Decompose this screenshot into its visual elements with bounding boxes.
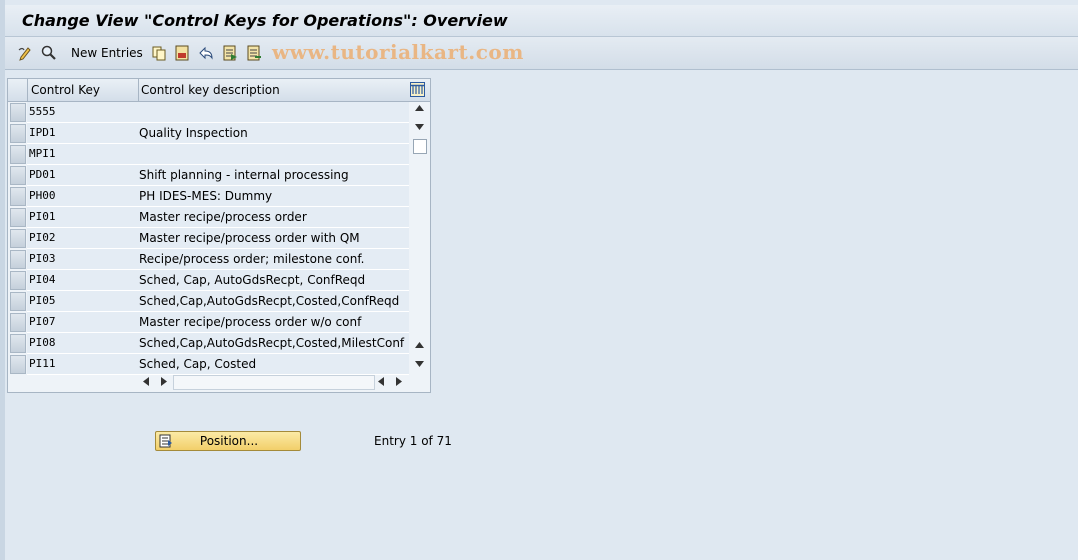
table-settings-icon[interactable] <box>410 82 425 97</box>
description-cell[interactable]: PH IDES-MES: Dummy <box>138 186 409 207</box>
table-row[interactable]: PD01 Shift planning - internal processing <box>8 165 410 186</box>
description-cell[interactable]: Master recipe/process order with QM <box>138 228 409 249</box>
select-all-icon[interactable] <box>222 45 238 61</box>
row-selector[interactable] <box>10 229 26 248</box>
control-key-cell[interactable]: PI07 <box>27 312 141 333</box>
control-key-cell[interactable]: PH00 <box>27 186 141 207</box>
description-cell[interactable]: Quality Inspection <box>138 123 409 144</box>
vertical-scrollbar[interactable] <box>412 102 427 372</box>
description-cell[interactable]: Sched, Cap, AutoGdsRecpt, ConfReqd <box>138 270 409 291</box>
column-header-description[interactable]: Control key description <box>141 83 280 97</box>
row-selector[interactable] <box>10 187 26 206</box>
scroll-thumb[interactable] <box>413 139 427 154</box>
description-cell[interactable]: Sched,Cap,AutoGdsRecpt,Costed,MilestConf <box>138 333 409 354</box>
table-header: Control Key Control key description <box>8 79 430 102</box>
row-selector[interactable] <box>10 271 26 290</box>
table-row[interactable]: PI03 Recipe/process order; milestone conf… <box>8 249 410 270</box>
page-title: Change View "Control Keys for Operations… <box>22 11 508 30</box>
description-cell[interactable]: Sched,Cap,AutoGdsRecpt,Costed,ConfReqd <box>138 291 409 312</box>
control-key-cell[interactable]: PI02 <box>27 228 141 249</box>
description-cell[interactable] <box>138 102 409 123</box>
description-cell[interactable]: Shift planning - internal processing <box>138 165 409 186</box>
scroll-up-icon[interactable] <box>415 105 424 111</box>
scroll-right-icon[interactable] <box>396 377 402 386</box>
table-row[interactable]: PI01 Master recipe/process order <box>8 207 410 228</box>
page-down-icon[interactable] <box>415 124 424 130</box>
row-selector[interactable] <box>10 313 26 332</box>
delete-icon[interactable] <box>174 45 190 61</box>
description-cell[interactable]: Master recipe/process order <box>138 207 409 228</box>
entry-counter: Entry 1 of 71 <box>374 434 452 448</box>
table-row[interactable]: PI02 Master recipe/process order with QM <box>8 228 410 249</box>
table-row[interactable]: IPD1 Quality Inspection <box>8 123 410 144</box>
row-selector[interactable] <box>10 355 26 374</box>
undo-icon[interactable] <box>198 45 214 61</box>
control-key-cell[interactable]: PI11 <box>27 354 141 375</box>
table-row[interactable]: PI07 Master recipe/process order w/o conf <box>8 312 410 333</box>
position-button[interactable]: Position... <box>155 431 301 451</box>
description-cell[interactable]: Master recipe/process order w/o conf <box>138 312 409 333</box>
horizontal-scrollbar[interactable] <box>173 375 375 390</box>
table-row[interactable]: PI04 Sched, Cap, AutoGdsRecpt, ConfReqd <box>8 270 410 291</box>
select-all-rows-cell[interactable] <box>8 79 28 101</box>
table-row[interactable]: PI05 Sched,Cap,AutoGdsRecpt,Costed,ConfRe… <box>8 291 410 312</box>
details-icon[interactable] <box>41 45 57 61</box>
control-key-cell[interactable]: PI01 <box>27 207 141 228</box>
page-up-icon[interactable] <box>415 342 424 348</box>
watermark: www.tutorialkart.com <box>272 40 524 64</box>
column-header-control-key[interactable]: Control Key <box>31 83 100 97</box>
description-cell[interactable]: Recipe/process order; milestone conf. <box>138 249 409 270</box>
row-selector[interactable] <box>10 292 26 311</box>
control-key-cell[interactable]: 5555 <box>27 102 141 123</box>
control-key-cell[interactable]: PI08 <box>27 333 141 354</box>
control-keys-table: Control Key Control key description 5555… <box>7 78 431 393</box>
scroll-down-icon[interactable] <box>415 361 424 367</box>
scroll-left-icon-col1[interactable] <box>143 377 149 386</box>
table-row[interactable]: MPI1 <box>8 144 410 165</box>
row-selector[interactable] <box>10 208 26 227</box>
display-change-icon[interactable] <box>18 45 34 61</box>
control-key-cell[interactable]: PI04 <box>27 270 141 291</box>
scroll-right-icon-col1[interactable] <box>161 377 167 386</box>
row-selector[interactable] <box>10 334 26 353</box>
control-key-cell[interactable]: PI03 <box>27 249 141 270</box>
table-row[interactable]: PI11 Sched, Cap, Costed <box>8 354 410 375</box>
table-row[interactable]: 5555 <box>8 102 410 123</box>
column-divider[interactable] <box>138 79 139 101</box>
description-cell[interactable]: Sched, Cap, Costed <box>138 354 409 375</box>
position-button-label: Position... <box>199 434 259 448</box>
row-selector[interactable] <box>10 124 26 143</box>
row-selector[interactable] <box>10 166 26 185</box>
title-bar: Change View "Control Keys for Operations… <box>5 5 1078 37</box>
table-row[interactable]: PH00 PH IDES-MES: Dummy <box>8 186 410 207</box>
copy-icon[interactable] <box>151 45 167 61</box>
row-selector[interactable] <box>10 103 26 122</box>
new-entries-button[interactable]: New Entries <box>71 46 143 60</box>
table-body: 5555 IPD1 Quality Inspection MPI1 PD01 Shift … <box>8 102 410 375</box>
description-cell[interactable] <box>138 144 409 165</box>
deselect-all-icon[interactable] <box>246 45 262 61</box>
table-row[interactable]: PI08 Sched,Cap,AutoGdsRecpt,Costed,Milest… <box>8 333 410 354</box>
row-selector[interactable] <box>10 145 26 164</box>
row-selector[interactable] <box>10 250 26 269</box>
control-key-cell[interactable]: IPD1 <box>27 123 141 144</box>
control-key-cell[interactable]: MPI1 <box>27 144 141 165</box>
window-left-edge <box>0 0 5 560</box>
application-toolbar: New Entries www.tutorialkart.com <box>5 37 1078 70</box>
control-key-cell[interactable]: PI05 <box>27 291 141 312</box>
control-key-cell[interactable]: PD01 <box>27 165 141 186</box>
scroll-left-icon[interactable] <box>378 377 384 386</box>
